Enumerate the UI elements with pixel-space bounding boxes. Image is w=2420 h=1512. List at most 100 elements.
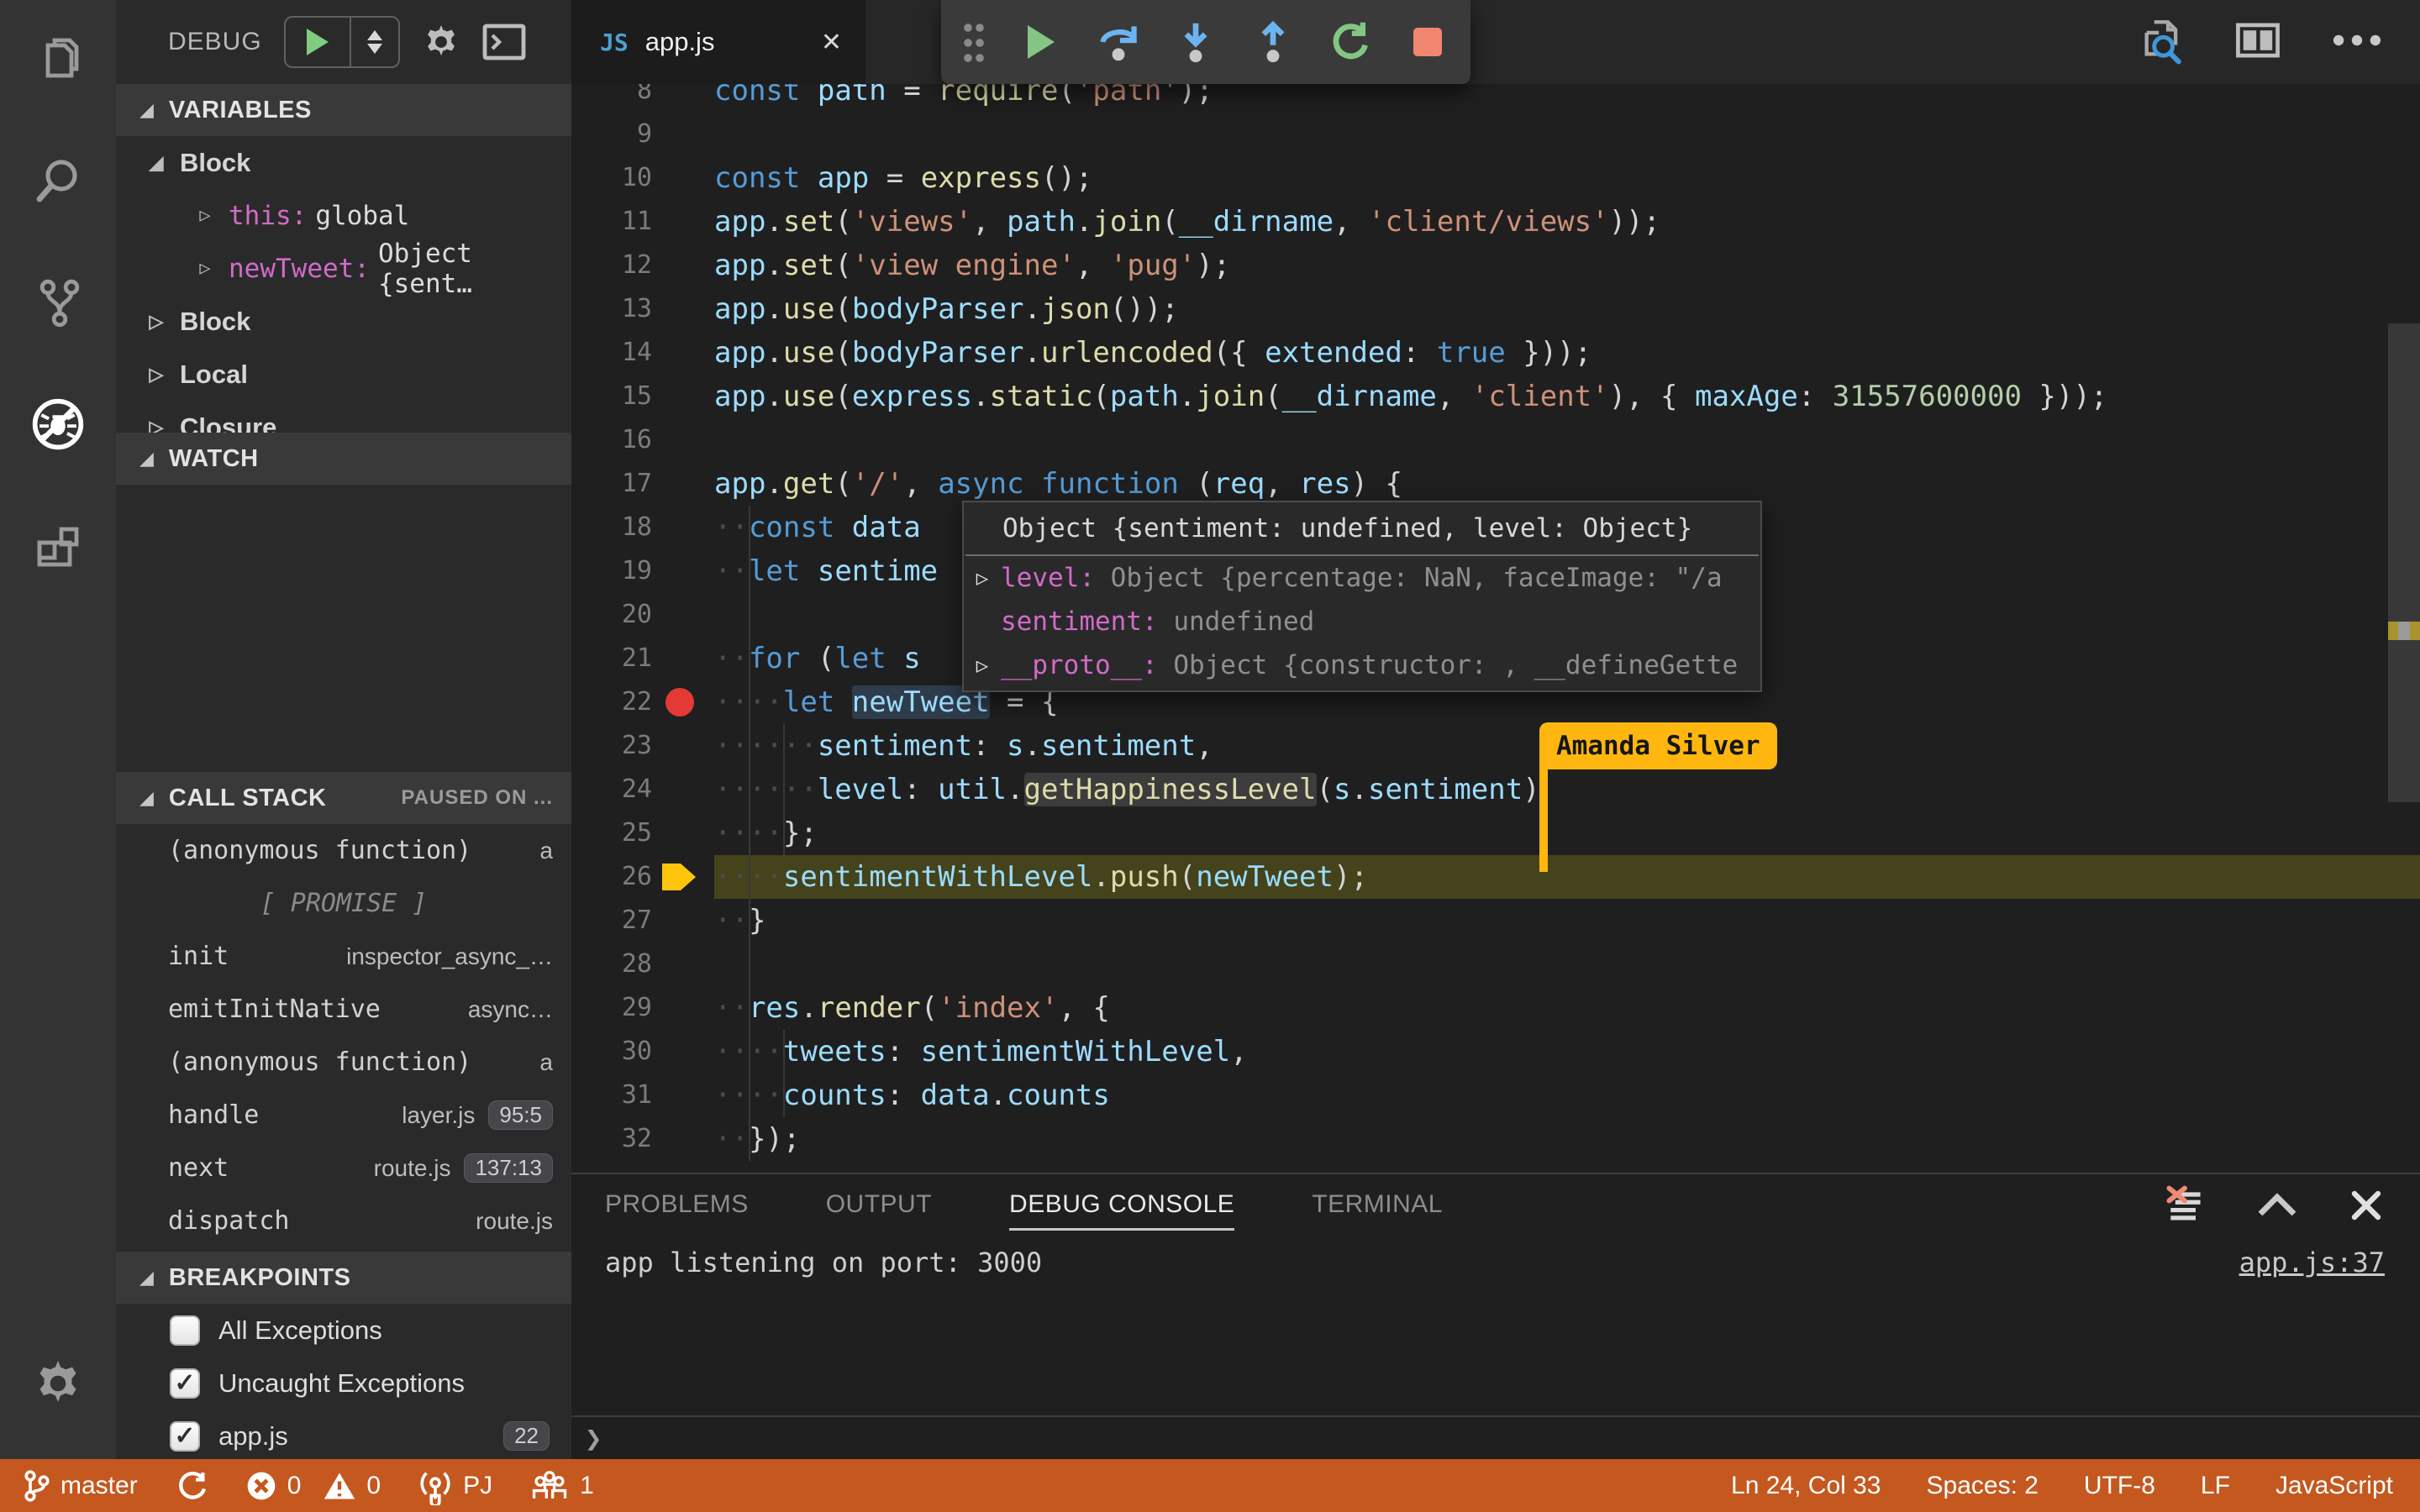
encoding-item[interactable]: UTF-8 [2084, 1472, 2155, 1500]
code-line[interactable]: 16 [571, 418, 2420, 462]
panel-tab-debug-console[interactable]: DEBUG CONSOLE [1009, 1190, 1235, 1231]
panel-tab-terminal[interactable]: TERMINAL [1312, 1190, 1443, 1224]
expand-triangle-icon[interactable]: ▷ [964, 556, 1001, 600]
code-text[interactable]: ··res.render('index', { [714, 986, 2420, 1030]
panel-tab-output[interactable]: OUTPUT [826, 1190, 932, 1224]
gutter[interactable] [652, 680, 714, 724]
code-text[interactable]: ····sentimentWithLevel.push(newTweet); [714, 855, 2420, 899]
split-editor-icon[interactable] [2233, 16, 2282, 69]
gutter[interactable] [652, 200, 714, 244]
code-editor[interactable]: 8 const path = require('path'); 9 10 const a… [571, 84, 2420, 1173]
gutter[interactable] [652, 811, 714, 855]
source-control-icon[interactable] [0, 256, 116, 349]
gutter[interactable] [652, 1117, 714, 1161]
code-text[interactable]: app.set('view engine', 'pug'); [714, 244, 2420, 287]
unchecked-checkbox[interactable] [170, 1315, 200, 1346]
gutter[interactable] [652, 375, 714, 418]
variable-row[interactable]: ▷ newTweet: Object {sent… [116, 239, 571, 299]
close-tab-icon[interactable]: ✕ [821, 28, 842, 57]
continue-button[interactable] [1019, 18, 1063, 66]
code-line[interactable]: 9 [571, 113, 2420, 156]
gutter[interactable] [652, 113, 714, 156]
start-debug-button[interactable] [283, 16, 400, 68]
call-stack-frame[interactable]: emitInitNative async… [116, 983, 571, 1036]
code-line[interactable]: 10 const app = express(); [571, 156, 2420, 200]
code-line[interactable]: 11 app.set('views', path.join(__dirname, … [571, 200, 2420, 244]
gutter[interactable] [652, 331, 714, 375]
gutter[interactable] [652, 156, 714, 200]
start-debug-play-icon[interactable] [286, 18, 351, 66]
gutter[interactable] [652, 986, 714, 1030]
call-stack-frame[interactable]: (anonymous function) a [116, 1036, 571, 1089]
gutter[interactable] [652, 593, 714, 637]
watch-section-header[interactable]: ◢ WATCH [116, 433, 571, 485]
files-icon[interactable] [0, 13, 116, 105]
variables-section-header[interactable]: ◢ VARIABLES [116, 84, 571, 136]
code-line[interactable]: 28 [571, 942, 2420, 986]
code-text[interactable]: app.use(express.static(path.join(__dirna… [714, 375, 2420, 418]
code-text[interactable] [714, 418, 2420, 462]
code-text[interactable]: app.use(bodyParser.json()); [714, 287, 2420, 331]
step-into-button[interactable] [1174, 18, 1218, 66]
live-share-item[interactable]: PJ [418, 1467, 492, 1505]
variables-scope-row[interactable]: ◢ Block [116, 136, 571, 189]
call-stack-frame[interactable]: init inspector_async_… [116, 930, 571, 983]
code-line[interactable]: 14 app.use(bodyParser.urlencoded({ extend… [571, 331, 2420, 375]
step-over-button[interactable] [1097, 18, 1140, 66]
git-branch-item[interactable]: master [22, 1469, 138, 1503]
code-line[interactable]: 26 ····sentimentWithLevel.push(newTweet); [571, 855, 2420, 899]
restart-button[interactable] [1328, 18, 1372, 66]
language-mode-item[interactable]: JavaScript [2275, 1472, 2393, 1500]
code-text[interactable]: ······level: util.getHappinessLevel(s.se… [714, 768, 2420, 811]
code-line[interactable]: 12 app.set('view engine', 'pug'); [571, 244, 2420, 287]
code-text[interactable]: app.use(bodyParser.urlencoded({ extended… [714, 331, 2420, 375]
code-line[interactable]: 17 app.get('/', async function (req, res)… [571, 462, 2420, 506]
code-line[interactable]: 32 ··}); [571, 1117, 2420, 1161]
code-text[interactable]: app.get('/', async function (req, res) { [714, 462, 2420, 506]
code-line[interactable]: 13 app.use(bodyParser.json()); [571, 287, 2420, 331]
gutter[interactable] [652, 1074, 714, 1117]
tooltip-property-row[interactable]: ▷ level: Object {percentage: NaN, faceIma… [964, 556, 1760, 600]
code-text[interactable]: const app = express(); [714, 156, 2420, 200]
open-debug-console-icon[interactable] [482, 23, 526, 61]
gutter[interactable] [652, 287, 714, 331]
call-stack-frame[interactable]: next route.js 137:13 [116, 1142, 571, 1194]
code-text[interactable]: ····tweets: sentimentWithLevel, [714, 1030, 2420, 1074]
more-actions-icon[interactable] [2331, 29, 2383, 55]
code-line[interactable]: 23 ······sentiment: s.sentiment, [571, 724, 2420, 768]
variables-scope-row[interactable]: ▷ Block [116, 295, 571, 348]
variables-scope-row[interactable]: ▷ Local [116, 348, 571, 401]
gutter[interactable] [652, 84, 714, 113]
scrollbar-thumb[interactable] [2388, 323, 2420, 802]
participants-item[interactable]: 1 [529, 1468, 594, 1504]
gutter[interactable] [652, 724, 714, 768]
code-text[interactable]: const path = require('path'); [714, 84, 2420, 113]
code-text[interactable]: app.set('views', path.join(__dirname, 'c… [714, 200, 2420, 244]
configure-gear-icon[interactable] [422, 23, 460, 61]
gutter[interactable] [652, 549, 714, 593]
code-text[interactable] [714, 942, 2420, 986]
call-stack-frame[interactable]: (anonymous function) a [116, 824, 571, 877]
gutter[interactable] [652, 418, 714, 462]
code-text[interactable]: ··}); [714, 1117, 2420, 1161]
code-text[interactable]: ····}; [714, 811, 2420, 855]
code-line[interactable]: 24 ······level: util.getHappinessLevel(s.… [571, 768, 2420, 811]
step-out-button[interactable] [1251, 18, 1295, 66]
code-line[interactable]: 31 ····counts: data.counts [571, 1074, 2420, 1117]
drag-grip-icon[interactable] [962, 20, 986, 64]
gutter[interactable] [652, 506, 714, 549]
breakpoint-row[interactable]: All Exceptions [116, 1304, 571, 1357]
settings-gear-icon[interactable] [0, 1341, 116, 1425]
code-line[interactable]: 15 app.use(express.static(path.join(__dir… [571, 375, 2420, 418]
search-icon[interactable] [0, 134, 116, 227]
console-source-link[interactable]: app.js:37 [2239, 1247, 2385, 1278]
gutter[interactable] [652, 1030, 714, 1074]
breakpoint-row[interactable]: Uncaught Exceptions [116, 1357, 571, 1410]
call-stack-section-header[interactable]: ◢ CALL STACK PAUSED ON ... [116, 772, 571, 824]
gutter[interactable] [652, 637, 714, 680]
eol-item[interactable]: LF [2201, 1472, 2230, 1500]
code-text[interactable] [714, 113, 2420, 156]
close-panel-icon[interactable] [2348, 1187, 2385, 1228]
sync-icon[interactable] [175, 1469, 208, 1503]
gutter[interactable] [652, 855, 714, 899]
